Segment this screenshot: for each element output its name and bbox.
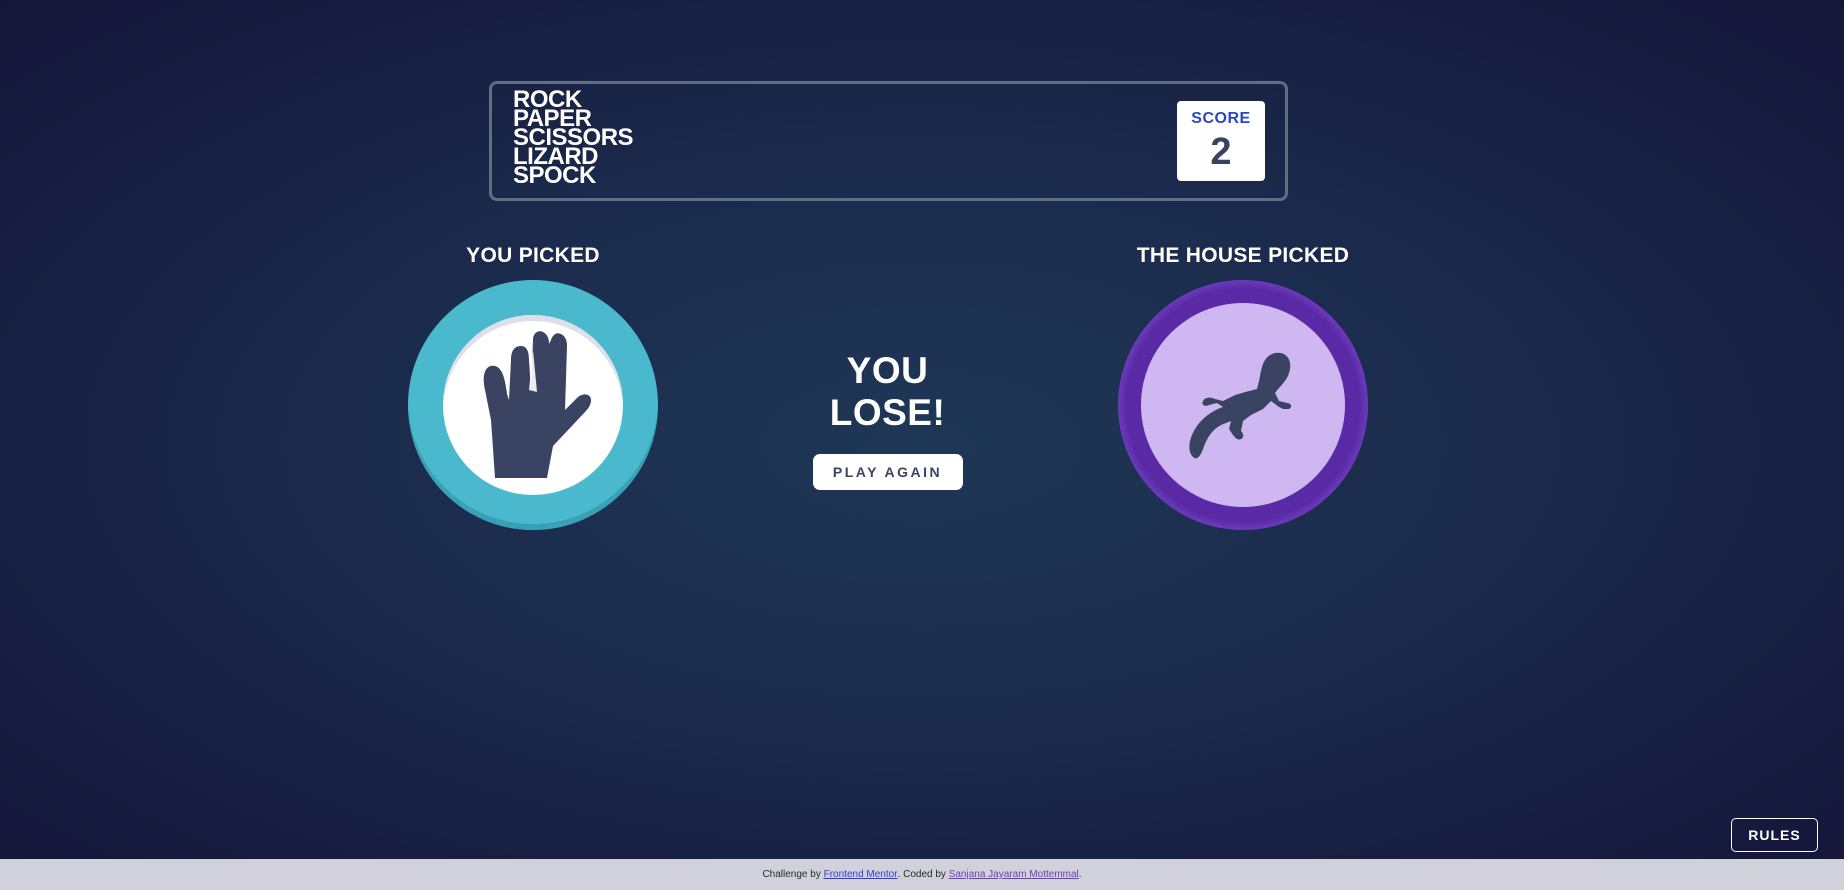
house-pick-label: THE HOUSE PICKED [1136, 244, 1350, 267]
lizard-icon [1189, 352, 1292, 459]
result-text: YOU LOSE! [829, 350, 946, 433]
title-line-spock: SPOCK [513, 162, 596, 189]
footer-suffix: . [1078, 869, 1082, 880]
player-pick-label: YOU PICKED [466, 244, 600, 267]
score-value: 2 [1210, 131, 1232, 173]
score-label: SCORE [1191, 110, 1251, 127]
spock-hand-icon [483, 331, 591, 478]
game-title: ROCK PAPER SCISSORS LIZARD SPOCK [513, 88, 634, 189]
house-choice-inner [1141, 303, 1345, 507]
rules-button[interactable]: RULES [1731, 818, 1818, 852]
house-choice-chip [1118, 280, 1368, 530]
score-box: SCORE 2 [1177, 101, 1265, 181]
footer-prefix: Challenge by [762, 869, 821, 880]
frontend-mentor-link[interactable]: Frontend Mentor [824, 869, 898, 880]
footer-attribution: Challenge by Frontend Mentor. Coded by S… [0, 859, 1844, 890]
author-link[interactable]: Sanjana Jayaram Mottemmal [949, 869, 1079, 880]
footer-middle: . Coded by [897, 869, 946, 880]
player-choice-inner [443, 315, 623, 495]
player-choice-chip [408, 280, 658, 530]
result-panel: YOU LOSE! PLAY AGAIN [790, 350, 985, 490]
play-again-button[interactable]: PLAY AGAIN [812, 454, 963, 490]
scoreboard-header: ROCK PAPER SCISSORS LIZARD SPOCK SCORE 2 [489, 81, 1288, 201]
